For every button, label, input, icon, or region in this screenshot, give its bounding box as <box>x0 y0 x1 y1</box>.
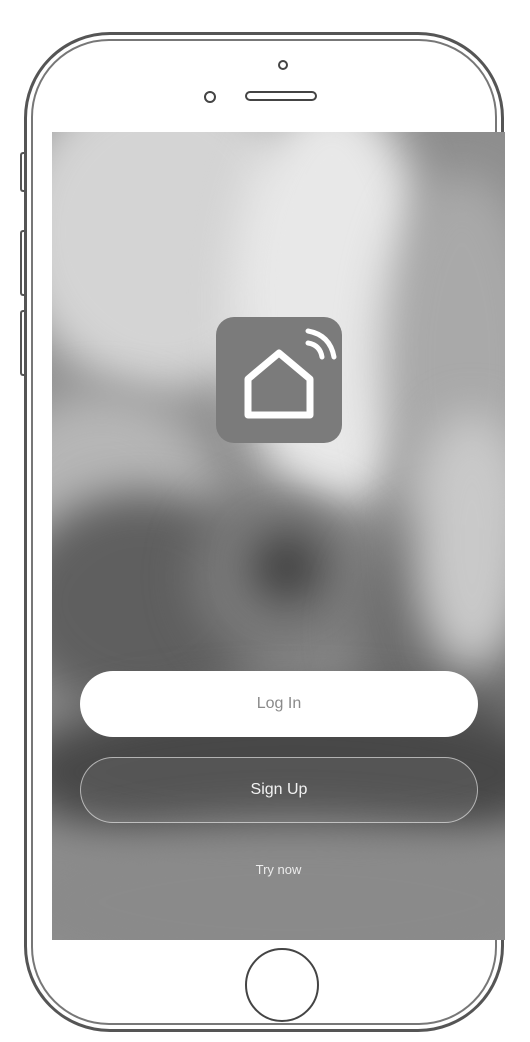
earpiece-speaker-icon <box>245 91 317 101</box>
login-button[interactable]: Log In <box>80 671 478 737</box>
proximity-sensor-icon <box>204 91 216 103</box>
house-wifi-icon <box>244 328 337 419</box>
login-button-label: Log In <box>256 695 302 712</box>
home-button[interactable] <box>245 948 319 1022</box>
signup-button[interactable]: Sign Up <box>80 757 478 823</box>
signup-button-label: Sign Up <box>250 781 308 798</box>
phone-screen: Log In Sign Up Try now <box>52 132 505 940</box>
front-camera-icon <box>278 60 288 70</box>
try-now-link[interactable]: Try now <box>52 862 505 877</box>
stage: Log In Sign Up Try now <box>0 0 530 1042</box>
try-now-label: Try now <box>255 862 302 877</box>
smart-home-icon <box>216 317 342 443</box>
